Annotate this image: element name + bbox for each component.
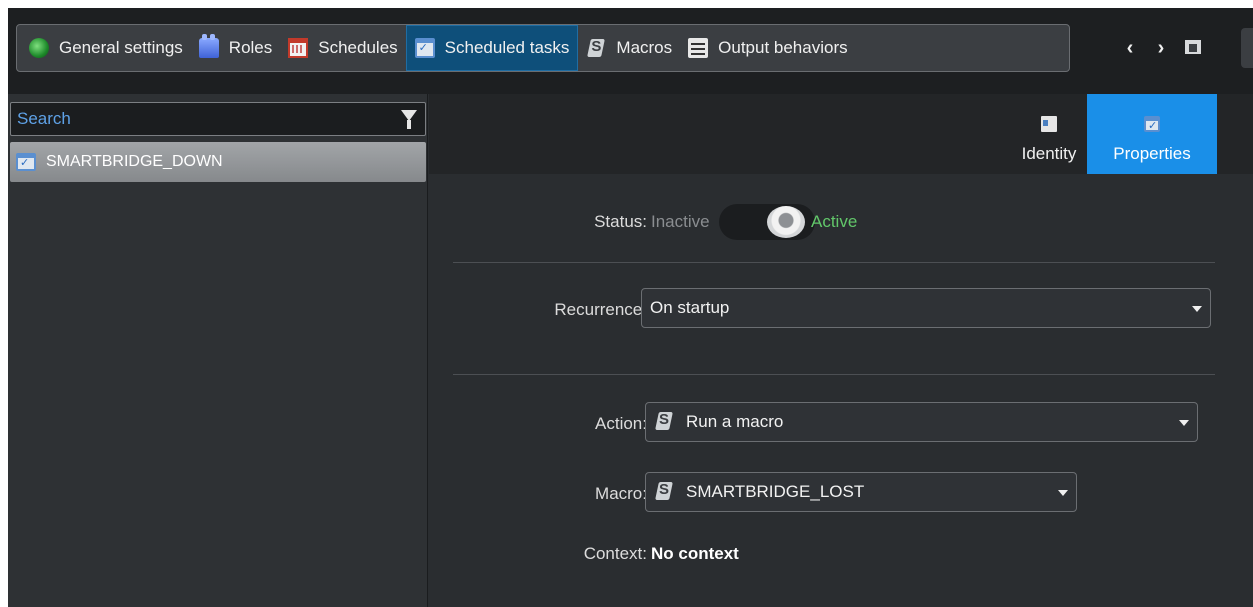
tab-label: Properties xyxy=(1113,144,1191,163)
config-window: General settings Roles Schedules Schedul… xyxy=(8,8,1253,607)
tab-schedules[interactable]: Schedules xyxy=(280,25,405,71)
status-active-label: Active xyxy=(811,212,858,231)
action-value: Run a macro xyxy=(686,412,784,431)
action-label: Action: xyxy=(595,414,647,433)
detail-header: Identity Properties xyxy=(429,94,1253,174)
tab-label: Identity xyxy=(1021,144,1077,163)
context-label: Context: xyxy=(583,544,647,563)
tab-scheduled-tasks[interactable]: Scheduled tasks xyxy=(405,25,579,71)
scheduled-task-icon xyxy=(16,153,36,171)
macro-icon xyxy=(586,38,606,58)
divider xyxy=(453,374,1215,375)
recurrence-select[interactable]: On startup xyxy=(641,288,1211,328)
properties-panel: Status: Inactive Active Recurrence: On s… xyxy=(429,174,1253,607)
macro-icon xyxy=(654,481,676,503)
divider xyxy=(453,262,1215,263)
roles-icon xyxy=(198,34,219,58)
scheduled-task-icon xyxy=(414,38,435,58)
macro-icon xyxy=(654,411,676,433)
tab-label: Scheduled tasks xyxy=(444,38,570,57)
search-box xyxy=(10,102,426,136)
recurrence-label: Recurrence: xyxy=(554,300,647,319)
tab-label: Roles xyxy=(228,38,273,57)
globe-icon xyxy=(29,38,49,58)
tab-properties[interactable]: Properties xyxy=(1087,94,1217,174)
toggle-knob xyxy=(767,206,805,238)
overflow-button[interactable] xyxy=(1241,28,1253,68)
search-input[interactable] xyxy=(17,109,377,129)
tab-label: Schedules xyxy=(318,38,398,57)
back-button[interactable]: ‹ xyxy=(1120,38,1140,58)
chevron-down-icon xyxy=(1179,420,1189,426)
forward-button[interactable]: › xyxy=(1151,38,1171,58)
action-select[interactable]: Run a macro xyxy=(645,402,1198,442)
context-value: No context xyxy=(651,544,739,563)
home-icon[interactable] xyxy=(1183,36,1205,58)
calendar-icon xyxy=(288,38,309,58)
filter-icon[interactable] xyxy=(401,110,417,130)
status-label: Status: xyxy=(594,212,647,231)
entity-list-panel: SMARTBRIDGE_DOWN xyxy=(8,94,428,607)
macro-value: SMARTBRIDGE_LOST xyxy=(686,482,865,501)
chevron-down-icon xyxy=(1058,490,1068,496)
recurrence-value: On startup xyxy=(650,298,730,317)
macro-select[interactable]: SMARTBRIDGE_LOST xyxy=(645,472,1077,512)
tab-label: Macros xyxy=(616,38,673,57)
tab-roles[interactable]: Roles xyxy=(191,25,280,71)
list-item[interactable]: SMARTBRIDGE_DOWN xyxy=(10,142,426,182)
list-item-label: SMARTBRIDGE_DOWN xyxy=(46,153,223,170)
task-tab-bar: General settings Roles Schedules Schedul… xyxy=(16,24,1070,72)
tab-macros[interactable]: Macros xyxy=(578,25,680,71)
identity-icon xyxy=(1041,116,1057,132)
status-inactive-label: Inactive xyxy=(651,212,710,231)
properties-icon xyxy=(1144,116,1160,132)
tab-general-settings[interactable]: General settings xyxy=(21,25,191,71)
top-toolbar: General settings Roles Schedules Schedul… xyxy=(8,8,1253,94)
chevron-down-icon xyxy=(1192,306,1202,312)
output-behavior-icon xyxy=(688,38,709,58)
tab-label: Output behaviors xyxy=(718,38,848,57)
tab-label: General settings xyxy=(59,38,183,57)
status-toggle[interactable] xyxy=(719,204,815,240)
tab-output-behaviors[interactable]: Output behaviors xyxy=(680,25,855,71)
macro-label: Macro: xyxy=(595,484,647,503)
tab-identity[interactable]: Identity xyxy=(1004,94,1094,174)
